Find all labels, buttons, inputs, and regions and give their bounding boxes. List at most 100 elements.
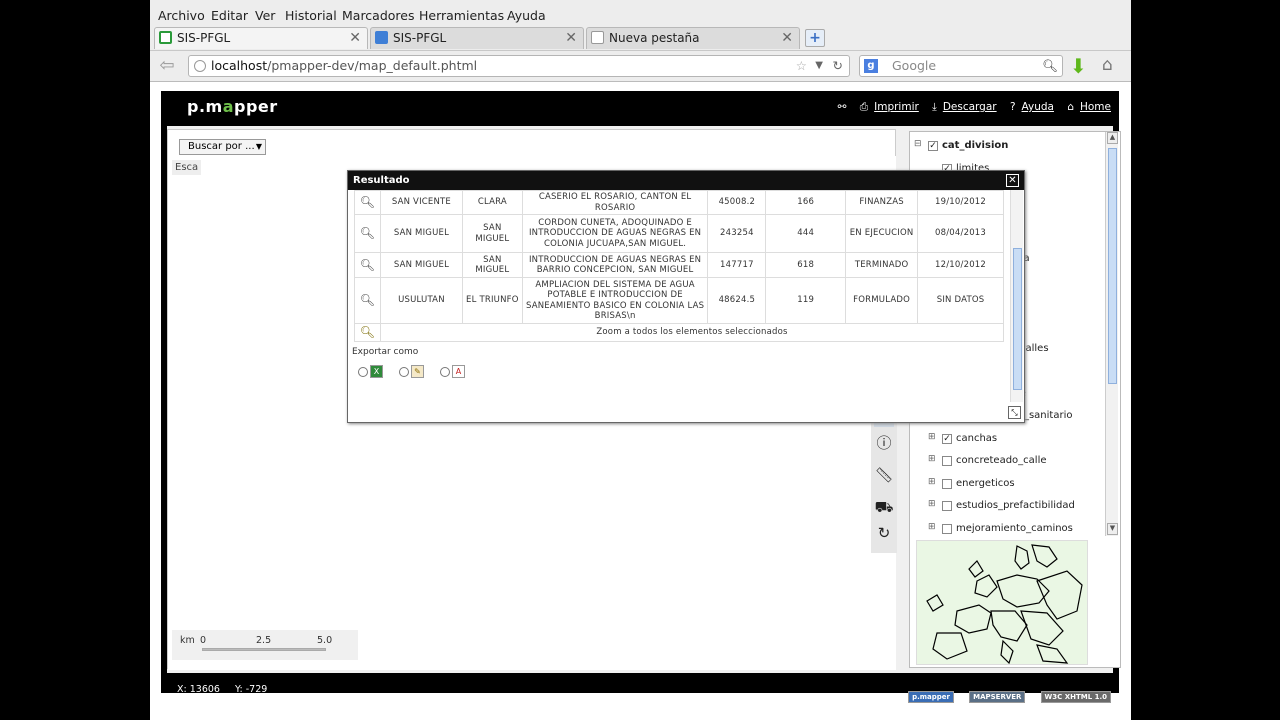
scale-tick: 5.0 [317, 635, 333, 646]
google-engine-icon[interactable]: g [864, 59, 878, 73]
table-row: 🔍︎ SAN MIGUEL SAN MIGUEL INTRODUCCION DE… [354, 252, 1004, 278]
layer-checkbox[interactable] [942, 523, 952, 534]
scroll-up-icon[interactable]: ▲ [1107, 132, 1118, 144]
top-links: ⚯ ⎙ Imprimir ⤓ Descargar ? Ayuda ⌂ Home [828, 101, 1111, 114]
close-icon[interactable]: ✕ [1006, 174, 1019, 187]
layer-label: canchas [956, 432, 998, 444]
menu-ayuda[interactable]: Ayuda [507, 8, 546, 23]
tooltip-info-icon[interactable]: ⓘ [874, 433, 894, 453]
text-file-icon: ✎ [411, 365, 424, 378]
scroll-down-icon[interactable]: ▼ [1107, 523, 1118, 535]
zoom-to-feature-icon[interactable]: 🔍︎ [354, 190, 381, 215]
cell-estado: FORMULADO [845, 277, 919, 324]
globe-icon [194, 60, 206, 72]
w3c-xhtml-badge[interactable]: W3C XHTML 1.0 [1040, 691, 1111, 703]
layer-checkbox[interactable] [942, 456, 952, 466]
scale-label: Esca [172, 160, 202, 175]
cell-departamento: SAN VICENTE [379, 190, 463, 215]
tab-sis-pfgl-2[interactable]: SIS-PFGL ✕ [370, 27, 584, 49]
export-pdf-option[interactable]: A [440, 365, 468, 379]
zoom-all-link[interactable]: Zoom a todos los elementos seleccionados [379, 323, 1005, 342]
home-link[interactable]: Home [1080, 101, 1111, 113]
tab-sis-pfgl-1[interactable]: SIS-PFGL ✕ [154, 27, 368, 49]
help-link[interactable]: Ayuda [1022, 101, 1054, 113]
result-scrollbar[interactable] [1010, 190, 1023, 402]
expand-icon[interactable]: ⊞ [928, 455, 936, 464]
url-path: /pmapper-dev/map_default.phtml [267, 58, 478, 73]
expand-icon[interactable]: ⊞ [928, 500, 936, 509]
new-tab-button[interactable]: + [805, 29, 825, 47]
paint-bucket-icon[interactable]: ⛟ [874, 497, 894, 517]
layer-checkbox[interactable]: ✓ [942, 433, 952, 444]
scale-bar-graphic [202, 648, 326, 651]
scrollbar-thumb[interactable] [1013, 248, 1022, 390]
resize-handle-icon[interactable]: ⤡ [1008, 406, 1021, 419]
radio-button[interactable] [440, 367, 450, 377]
zoom-to-feature-icon[interactable]: 🔍︎ [354, 252, 381, 278]
zoom-to-feature-icon[interactable]: 🔍︎ [354, 214, 381, 253]
y-coordinate: Y: -729 [234, 684, 268, 695]
menu-ver[interactable]: Ver [255, 8, 275, 23]
scrollbar-thumb[interactable] [1108, 148, 1117, 384]
menu-marcadores[interactable]: Marcadores [342, 8, 415, 23]
collapse-icon[interactable]: ⊟ [914, 140, 922, 149]
close-tab-icon[interactable]: ✕ [349, 28, 361, 48]
menu-archivo[interactable]: Archivo [158, 8, 205, 23]
download-icon: ⤓ [932, 101, 937, 113]
help-icon: ? [1009, 101, 1016, 113]
menu-editar[interactable]: Editar [211, 8, 248, 23]
download-arrow-icon[interactable]: ⬇ [1070, 54, 1087, 78]
export-xls-option[interactable]: X [358, 365, 386, 379]
blank-page-icon [591, 31, 604, 44]
expand-icon[interactable]: ⊞ [928, 477, 936, 486]
cell-beneficiarios: 166 [765, 190, 847, 215]
expand-icon[interactable]: ⊞ [928, 432, 936, 441]
scale-tick: 0 [200, 635, 207, 646]
export-csv-option[interactable]: ✎ [399, 365, 427, 379]
close-tab-icon[interactable]: ✕ [781, 28, 793, 48]
cell-monto: 147717 [707, 252, 767, 278]
search-icon[interactable]: 🔍︎ [1042, 56, 1058, 76]
search-bar[interactable]: g Google 🔍︎ [859, 55, 1063, 77]
url-bar[interactable]: localhost/pmapper-dev/map_default.phtml … [188, 55, 850, 77]
radio-button[interactable] [358, 367, 368, 377]
expand-icon[interactable]: ⊞ [928, 522, 936, 531]
navigation-bar: ⇦ localhost/pmapper-dev/map_default.phtm… [150, 50, 1131, 80]
layer-checkbox[interactable]: ✓ [928, 141, 938, 151]
back-arrow-icon[interactable]: ⇦ [156, 55, 178, 77]
result-dialog-title[interactable]: Resultado [348, 171, 1024, 190]
pmapper-badge[interactable]: p.mapper [908, 691, 955, 703]
search-placeholder: Google [892, 58, 937, 73]
layer-checkbox[interactable] [942, 501, 952, 511]
layer-tree-scrollbar[interactable]: ▲ ▼ [1105, 132, 1118, 536]
tab-label: SIS-PFGL [177, 31, 231, 45]
reference-map[interactable] [916, 540, 1088, 665]
home-icon[interactable]: ⌂ [1102, 55, 1113, 75]
tab-nueva-pestana[interactable]: Nueva pestaña ✕ [586, 27, 800, 49]
menu-herramientas[interactable]: Herramientas [419, 8, 504, 23]
zoom-all-icon[interactable]: 🔍︎ [354, 323, 381, 342]
bookmark-star-icon[interactable]: ☆ [796, 56, 807, 76]
refresh-icon[interactable]: ↻ [874, 523, 894, 543]
download-link[interactable]: Descargar [943, 101, 997, 113]
browser-window: Archivo Editar Ver Historial Marcadores … [150, 0, 1131, 720]
zoom-to-feature-icon[interactable]: 🔍︎ [354, 277, 381, 324]
search-by-select[interactable]: Buscar por ... ▼ [179, 139, 266, 155]
link-icon[interactable]: ⚯ [838, 101, 847, 113]
mapserver-badge[interactable]: MAPSERVER [969, 691, 1026, 703]
radio-button[interactable] [399, 367, 409, 377]
menu-historial[interactable]: Historial [285, 8, 337, 23]
close-tab-icon[interactable]: ✕ [565, 28, 577, 48]
print-link[interactable]: Imprimir [874, 101, 919, 113]
cell-descripcion: AMPLIACION DEL SISTEMA DE AGUA POTABLE E… [521, 277, 709, 324]
reload-icon[interactable]: ↻ [833, 56, 843, 76]
cell-monto: 45008.2 [707, 190, 767, 215]
measure-icon[interactable]: 📏︎ [874, 465, 894, 485]
chevron-down-icon[interactable]: ▼ [815, 56, 823, 76]
layer-checkbox[interactable] [942, 478, 952, 489]
pdf-file-icon: A [452, 365, 465, 378]
cell-fecha: SIN DATOS [917, 277, 1004, 324]
cell-fecha: 19/10/2012 [917, 190, 1004, 215]
pmapper-logo: p.mapper [187, 97, 278, 116]
coordinate-readout: X: 13606 Y: -729 [177, 684, 279, 695]
